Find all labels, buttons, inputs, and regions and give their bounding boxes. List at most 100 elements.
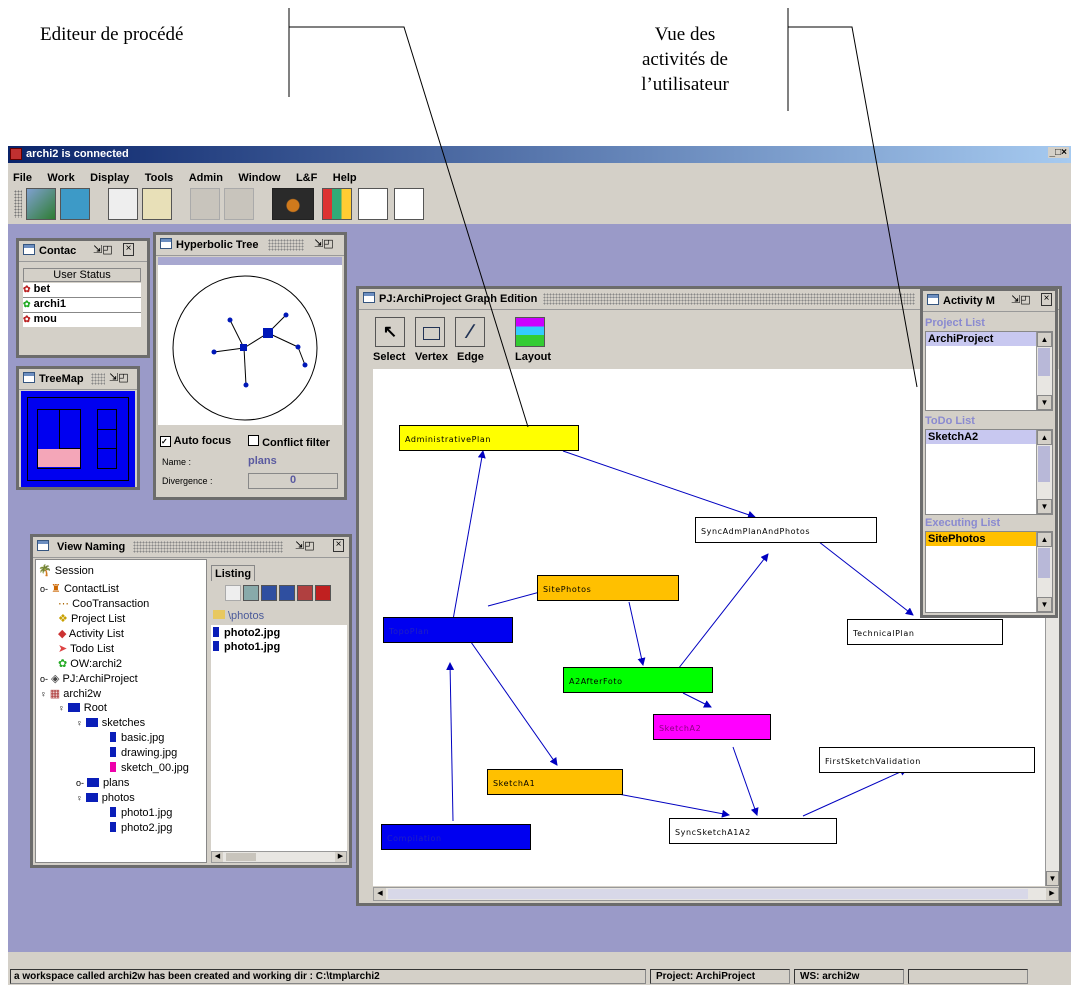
menu-admin[interactable]: Admin: [189, 172, 223, 184]
delete-icon[interactable]: [315, 585, 331, 601]
path-field[interactable]: \photos: [211, 607, 347, 623]
tree-node-archi2w[interactable]: ♀ ▦ archi2w: [40, 687, 101, 700]
scroll-thumb[interactable]: [1038, 548, 1050, 578]
tree-node-sketches[interactable]: ♀ sketches: [76, 717, 145, 729]
update-icon[interactable]: [297, 585, 313, 601]
file-row[interactable]: photo2.jpg: [211, 625, 347, 641]
graph-node-topoplan[interactable]: TopoPlan: [383, 617, 513, 643]
expand-icon[interactable]: o-: [76, 778, 84, 788]
user-row[interactable]: ✿ bet: [23, 283, 141, 298]
select-tool-button[interactable]: ↖: [375, 317, 405, 347]
upload-icon[interactable]: [190, 188, 220, 220]
user-row[interactable]: ✿ archi1: [23, 298, 141, 313]
tree-node-root[interactable]: ♀ Root: [58, 702, 107, 714]
menu-tools[interactable]: Tools: [145, 172, 174, 184]
open-icon[interactable]: [225, 585, 241, 601]
window-controls[interactable]: _□×: [1047, 147, 1069, 158]
close-icon[interactable]: ×: [123, 243, 134, 256]
contacts-titlebar[interactable]: Contac ⇲◰ ×: [19, 241, 147, 262]
menu-file[interactable]: File: [13, 172, 32, 184]
checkin-icon[interactable]: [261, 585, 277, 601]
edit-tool-icon[interactable]: [142, 188, 172, 220]
graph-node-firstsketchvalidation[interactable]: FirstSketchValidation: [819, 747, 1035, 773]
hyperbolic-scrollbar[interactable]: [158, 257, 342, 265]
collapse-icon[interactable]: ♀: [76, 793, 83, 803]
graph-node-a2afterfoto[interactable]: A2AfterFoto: [563, 667, 713, 693]
close-icon[interactable]: ×: [333, 539, 344, 552]
scroll-left-icon[interactable]: ◀: [374, 888, 386, 900]
toolbar-grip[interactable]: [14, 190, 22, 218]
hierarchy-icon[interactable]: [358, 188, 388, 220]
auto-focus-checkbox[interactable]: ✓ Auto focus: [160, 435, 231, 447]
close-icon[interactable]: ×: [1041, 293, 1052, 306]
scroll-up-icon[interactable]: ▲: [1037, 332, 1052, 347]
tree-node-plans[interactable]: o-plans: [76, 777, 129, 789]
listing-hscrollbar[interactable]: ◀ ▶: [211, 851, 347, 863]
executing-list-scrollbar[interactable]: ▲ ▼: [1036, 532, 1052, 612]
chart-icon[interactable]: [394, 188, 424, 220]
divergence-field[interactable]: 0: [248, 473, 338, 489]
vertex-tool-button[interactable]: [415, 317, 445, 347]
restore-icon[interactable]: ⇲◰: [109, 371, 129, 384]
scroll-thumb[interactable]: [1038, 348, 1050, 376]
tree-node-drawing-jpg[interactable]: drawing.jpg: [110, 747, 177, 759]
tree-node-cootransaction[interactable]: ⋯ CooTransaction: [58, 597, 149, 610]
treemap-titlebar[interactable]: TreeMap ⇲◰: [19, 369, 137, 390]
restore-icon[interactable]: ⇲◰: [314, 237, 334, 250]
menu-display[interactable]: Display: [90, 172, 129, 184]
edge-tool-button[interactable]: ∕: [455, 317, 485, 347]
tree-node-activitylist[interactable]: ◆ Activity List: [58, 627, 124, 640]
restore-icon[interactable]: ⇲◰: [295, 539, 315, 552]
user-row[interactable]: ✿ mou: [23, 313, 141, 327]
todo-list-scrollbar[interactable]: ▲ ▼: [1036, 430, 1052, 514]
scroll-right-icon[interactable]: ▶: [1046, 888, 1058, 900]
connect-users-icon[interactable]: [26, 188, 56, 220]
graph-node-syncsketcha1a2[interactable]: SyncSketchA1A2: [669, 818, 837, 844]
collapse-icon[interactable]: ♀: [76, 718, 83, 728]
view-naming-titlebar[interactable]: View Naming ⇲◰ ×: [33, 537, 349, 558]
menu-laf[interactable]: L&F: [296, 172, 317, 184]
tree-node-session[interactable]: 🌴 Session: [38, 564, 94, 577]
collapse-icon[interactable]: ♀: [40, 689, 47, 699]
menu-help[interactable]: Help: [333, 172, 357, 184]
graph-node-syncadmplanandphotos[interactable]: SyncAdmPlanAndPhotos: [695, 517, 877, 543]
collapse-icon[interactable]: ♀: [58, 703, 65, 713]
tree-node-pj-archiproject[interactable]: o- ◈ PJ:ArchiProject: [40, 672, 138, 685]
graph-node-sitephotos[interactable]: SitePhotos: [537, 575, 679, 601]
project-item[interactable]: ArchiProject: [926, 332, 1036, 346]
tree-node-projectlist[interactable]: ❖ Project List: [58, 612, 125, 625]
scroll-down-icon[interactable]: ▼: [1037, 395, 1052, 410]
upload-file-icon[interactable]: [243, 585, 259, 601]
download-icon[interactable]: [224, 188, 254, 220]
graph-node-sketcha1[interactable]: SketchA1: [487, 769, 623, 795]
restore-icon[interactable]: ⇲◰: [1011, 293, 1031, 306]
graph-node-compilation[interactable]: Compilation: [381, 824, 531, 850]
logout-icon[interactable]: [60, 188, 90, 220]
eye-icon[interactable]: [272, 188, 314, 220]
scroll-down-icon[interactable]: ▼: [1046, 871, 1059, 886]
activity-titlebar[interactable]: Activity M ⇲◰ ×: [923, 291, 1055, 312]
graph-node-technicalplan[interactable]: TechnicalPlan: [847, 619, 1003, 645]
tree-node-photo1-jpg[interactable]: photo1.jpg: [110, 807, 172, 819]
graph-node-administrativeplan[interactable]: AdministrativePlan: [399, 425, 579, 451]
hyperbolic-titlebar[interactable]: Hyperbolic Tree ⇲◰: [156, 235, 344, 256]
people-icon[interactable]: [322, 188, 352, 220]
todo-item[interactable]: SketchA2: [926, 430, 1036, 444]
layout-tool-button[interactable]: [515, 317, 545, 347]
hammer-icon[interactable]: [108, 188, 138, 220]
executing-item[interactable]: SitePhotos: [926, 532, 1036, 546]
scroll-up-icon[interactable]: ▲: [1037, 532, 1052, 547]
tree-node-basic-jpg[interactable]: basic.jpg: [110, 732, 164, 744]
expand-icon[interactable]: o-: [40, 584, 48, 594]
scroll-thumb[interactable]: [226, 853, 256, 861]
menu-window[interactable]: Window: [238, 172, 280, 184]
graph-node-sketcha2[interactable]: SketchA2: [653, 714, 771, 740]
tree-node-todolist[interactable]: ➤ Todo List: [58, 642, 114, 655]
file-row[interactable]: photo1.jpg: [211, 641, 347, 653]
tab-listing[interactable]: Listing: [211, 565, 255, 581]
scroll-right-icon[interactable]: ▶: [335, 852, 346, 862]
conflict-filter-checkbox[interactable]: Conflict filter: [248, 435, 330, 449]
treemap-canvas[interactable]: [21, 391, 135, 487]
scroll-thumb[interactable]: [1038, 446, 1050, 482]
tree-node-ow-archi2[interactable]: ✿ OW:archi2: [58, 657, 122, 670]
